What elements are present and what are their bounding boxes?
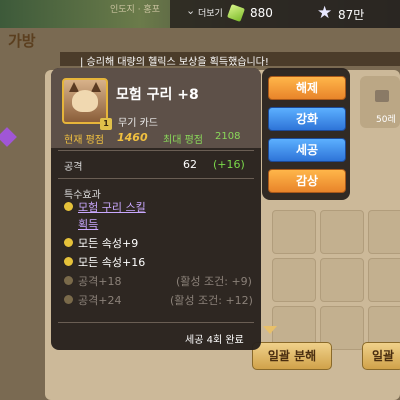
chevron-down-icon[interactable]: ⌄ xyxy=(186,4,195,17)
inventory-slot[interactable] xyxy=(272,210,316,254)
effect-bullet-icon xyxy=(64,257,73,266)
bulk-break-button[interactable]: 일괄 분해 xyxy=(252,342,332,370)
stat-value: 62 xyxy=(183,158,197,171)
item-name: 모험 구리 +8 xyxy=(116,87,199,103)
divider xyxy=(58,150,254,151)
scene-label: 인도지 · 홍포 xyxy=(110,5,160,15)
max-rating-label: 최대 평점 xyxy=(163,135,203,146)
effect-bullet-icon xyxy=(64,295,73,304)
effect-bullet-icon xyxy=(64,276,73,285)
level-badge: 1 xyxy=(100,118,112,130)
effect-text: 모든 속성+9 xyxy=(78,237,139,250)
effect-text-inactive: 공격+18 xyxy=(78,275,122,288)
appraise-button[interactable]: 감상 xyxy=(268,169,346,193)
max-rating-value: 2108 xyxy=(215,131,241,142)
stat-label: 공격 xyxy=(64,162,83,173)
inventory-slot[interactable] xyxy=(320,210,364,254)
refine-count-text: 세공 4회 완료 xyxy=(185,335,244,346)
effect-skill-link[interactable]: 획득 xyxy=(78,216,98,232)
portrait-ear xyxy=(91,82,101,92)
effect-condition: (활성 조건: +12) xyxy=(170,294,253,307)
star-count: 87만 xyxy=(338,8,365,22)
gem-count: 880 xyxy=(250,6,273,20)
divider xyxy=(58,178,254,179)
current-rating-label: 현재 평점 xyxy=(64,135,104,146)
effect-bullet-icon xyxy=(64,238,73,247)
effect-text: 모든 속성+16 xyxy=(78,256,146,269)
locked-slot-label: 50레 xyxy=(376,115,396,125)
effect-text-inactive: 공격+24 xyxy=(78,294,122,307)
bag-tab-title[interactable]: 가방 xyxy=(8,30,36,51)
effect-bullet-icon xyxy=(64,202,73,211)
enhance-button[interactable]: 강화 xyxy=(268,107,346,131)
star-icon: ★ xyxy=(317,3,333,23)
lock-icon xyxy=(375,90,389,102)
effect-condition: (활성 조건: +9) xyxy=(176,275,252,288)
item-type: 무기 카드 xyxy=(118,118,158,129)
portrait-face xyxy=(72,90,98,112)
notice-text: | 승리해 대량의 헬릭스 보상을 획득했습니다! xyxy=(80,57,269,68)
effect-skill-link[interactable]: 모험 구리 스킬 xyxy=(78,199,146,215)
divider xyxy=(58,322,254,323)
current-rating-value: 1460 xyxy=(117,131,148,144)
more-button[interactable]: 더보기 xyxy=(198,6,223,19)
inventory-slot[interactable] xyxy=(368,258,400,302)
bulk-other-button[interactable]: 일괄 xyxy=(362,342,400,370)
refine-button[interactable]: 세공 xyxy=(268,138,346,162)
stat-bonus: (+16) xyxy=(213,158,245,171)
inventory-slot[interactable] xyxy=(320,258,364,302)
release-button[interactable]: 해제 xyxy=(268,76,346,100)
inventory-slot[interactable] xyxy=(368,210,400,254)
tooltip-caret xyxy=(263,326,277,334)
inventory-slot[interactable] xyxy=(272,258,316,302)
